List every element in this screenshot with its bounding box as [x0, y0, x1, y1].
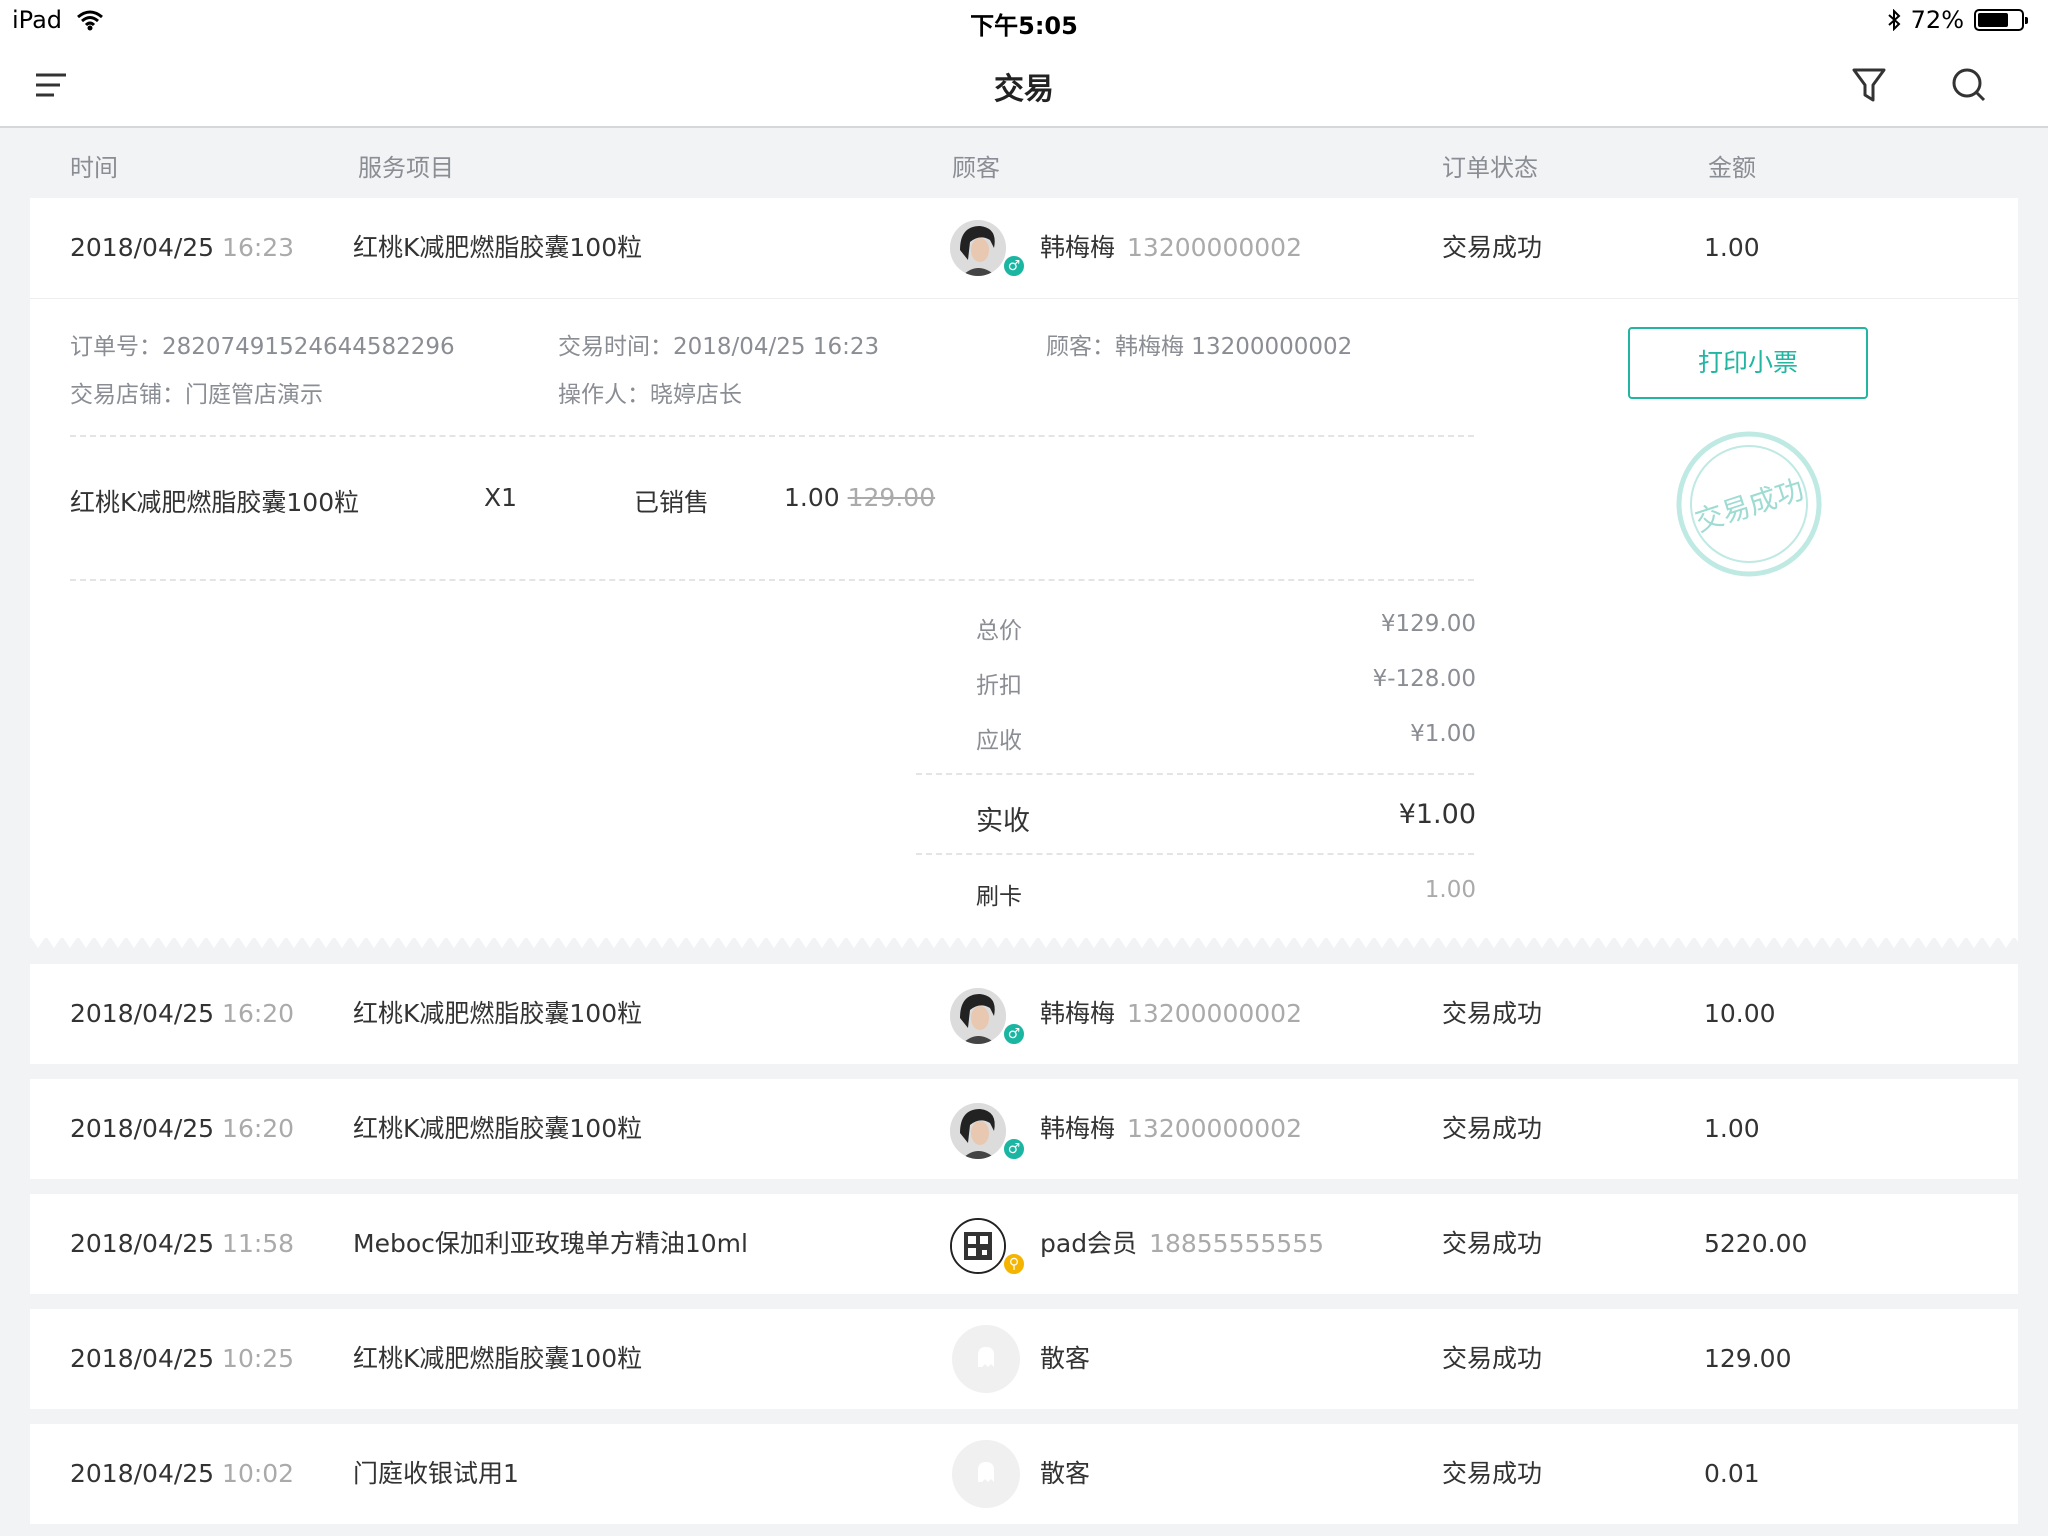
- row-datetime: 2018/04/25 10:25: [70, 1344, 295, 1373]
- row-amount: 5220.00: [1704, 1229, 1808, 1258]
- guest-avatar-icon: [952, 1440, 1020, 1508]
- row-status: 交易成功: [1442, 999, 1543, 1028]
- bluetooth-icon: [1887, 9, 1901, 31]
- row-service: Meboc保加利亚玫瑰单方精油10ml: [353, 1229, 748, 1258]
- search-icon[interactable]: [1948, 64, 1990, 106]
- row-status: 交易成功: [1442, 233, 1543, 262]
- divider: [70, 435, 1474, 437]
- male-icon: ♂: [1002, 254, 1026, 278]
- line-item-qty: X1: [484, 483, 518, 512]
- discount-label: 折扣: [976, 673, 1022, 699]
- received-label: 实收: [976, 806, 1030, 837]
- column-service: 服务项目: [358, 154, 454, 182]
- table-row[interactable]: 2018/04/25 16:20 红桃K减肥燃脂胶囊100粒 ♂ 韩梅梅 1320…: [30, 964, 2018, 1064]
- row-customer: pad会员 18855555555: [1040, 1229, 1325, 1258]
- row-amount: 0.01: [1704, 1459, 1760, 1488]
- row-customer: 韩梅梅 13200000002: [1040, 233, 1302, 262]
- row-status: 交易成功: [1442, 1459, 1543, 1488]
- avatar: [950, 988, 1006, 1044]
- line-item-price: 1.00 129.00: [784, 483, 936, 512]
- qr-avatar: [950, 1218, 1006, 1274]
- row-service: 红桃K减肥燃脂胶囊100粒: [353, 233, 643, 262]
- row-status: 交易成功: [1442, 1114, 1543, 1143]
- total-label: 总价: [976, 618, 1022, 644]
- table-row[interactable]: 2018/04/25 10:02 门庭收银试用1 散客 交易成功 0.01: [30, 1424, 2018, 1524]
- column-time: 时间: [70, 154, 118, 182]
- row-customer: 散客: [1040, 1459, 1091, 1488]
- row-amount: 1.00: [1704, 233, 1760, 262]
- operator: 操作人：晓婷店长: [558, 382, 742, 408]
- svg-text:交易成功: 交易成功: [1691, 472, 1808, 538]
- column-status: 订单状态: [1442, 154, 1538, 182]
- table-header: 时间 服务项目 顾客 订单状态 金额: [0, 130, 2048, 200]
- detail-customer: 顾客：韩梅梅 13200000002: [1046, 334, 1353, 360]
- row-amount: 1.00: [1704, 1114, 1760, 1143]
- row-amount: 129.00: [1704, 1344, 1792, 1373]
- received-value: ¥1.00: [1398, 799, 1476, 830]
- total-value: ¥129.00: [1380, 611, 1476, 637]
- column-customer: 顾客: [952, 154, 1000, 182]
- order-detail: 订单号：2820749152464458229​6 交易时间：2018/04/2…: [30, 298, 2018, 938]
- row-amount: 10.00: [1704, 999, 1776, 1028]
- row-datetime: 2018/04/25 11:58: [70, 1229, 295, 1258]
- print-receipt-button[interactable]: 打印小票: [1628, 327, 1868, 399]
- key-icon: ⚲: [1002, 1252, 1026, 1276]
- row-service: 红桃K减肥燃脂胶囊100粒: [353, 1114, 643, 1143]
- transaction-card-expanded: 2018/04/25 16:23 红桃K减肥燃脂胶囊100粒 ♂ 韩梅梅 1320…: [30, 198, 2018, 948]
- page-title: 交易: [994, 72, 1054, 107]
- card-value: 1.00: [1424, 877, 1476, 903]
- status-time: 下午5:05: [970, 12, 1078, 40]
- table-row[interactable]: 2018/04/25 16:23 红桃K减肥燃脂胶囊100粒 ♂ 韩梅梅 1320…: [30, 198, 2018, 298]
- line-item-name: 红桃K减肥燃脂胶囊100粒: [70, 488, 360, 517]
- table-row[interactable]: 2018/04/25 10:25 红桃K减肥燃脂胶囊100粒 散客 交易成功 1…: [30, 1309, 2018, 1409]
- divider: [916, 773, 1474, 775]
- status-bar: iPad 下午5:05 72%: [0, 0, 2048, 42]
- discount-value: ¥-128.00: [1372, 666, 1476, 692]
- row-service: 红桃K减肥燃脂胶囊100粒: [353, 1344, 643, 1373]
- row-customer: 韩梅梅 13200000002: [1040, 1114, 1302, 1143]
- nav-bar: 交易: [0, 42, 2048, 128]
- row-datetime: 2018/04/25 16:23: [70, 233, 295, 262]
- row-service: 门庭收银试用1: [353, 1459, 519, 1488]
- row-datetime: 2018/04/25 10:02: [70, 1459, 295, 1488]
- filter-icon[interactable]: [1848, 64, 1890, 106]
- battery-icon: [1974, 9, 2028, 31]
- trade-store: 交易店铺：门庭管店演示: [70, 382, 323, 408]
- row-status: 交易成功: [1442, 1229, 1543, 1258]
- order-number: 订单号：2820749152464458229​6: [70, 334, 455, 360]
- row-status: 交易成功: [1442, 1344, 1543, 1373]
- row-datetime: 2018/04/25 16:20: [70, 999, 295, 1028]
- row-datetime: 2018/04/25 16:20: [70, 1114, 295, 1143]
- guest-avatar-icon: [952, 1325, 1020, 1393]
- row-service: 红桃K减肥燃脂胶囊100粒: [353, 999, 643, 1028]
- male-icon: ♂: [1002, 1022, 1026, 1046]
- card-label: 刷卡: [976, 884, 1022, 910]
- success-stamp: 交易成功: [1676, 431, 1822, 577]
- column-amount: 金额: [1708, 154, 1756, 182]
- row-customer: 韩梅梅 13200000002: [1040, 999, 1302, 1028]
- receipt-edge: [30, 936, 2018, 948]
- avatar: [950, 220, 1006, 276]
- battery-percent: 72%: [1910, 6, 1964, 34]
- trade-time: 交易时间：2018/04/25 16:23: [558, 334, 880, 360]
- divider: [70, 579, 1474, 581]
- line-item-state: 已销售: [634, 488, 710, 517]
- table-row[interactable]: 2018/04/25 11:58 Meboc保加利亚玫瑰单方精油10ml ⚲ p…: [30, 1194, 2018, 1294]
- divider: [916, 853, 1474, 855]
- receivable-label: 应收: [976, 728, 1022, 754]
- table-row[interactable]: 2018/04/25 16:20 红桃K减肥燃脂胶囊100粒 ♂ 韩梅梅 1320…: [30, 1079, 2018, 1179]
- male-icon: ♂: [1002, 1137, 1026, 1161]
- row-customer: 散客: [1040, 1344, 1091, 1373]
- avatar: [950, 1103, 1006, 1159]
- receivable-value: ¥1.00: [1410, 721, 1476, 747]
